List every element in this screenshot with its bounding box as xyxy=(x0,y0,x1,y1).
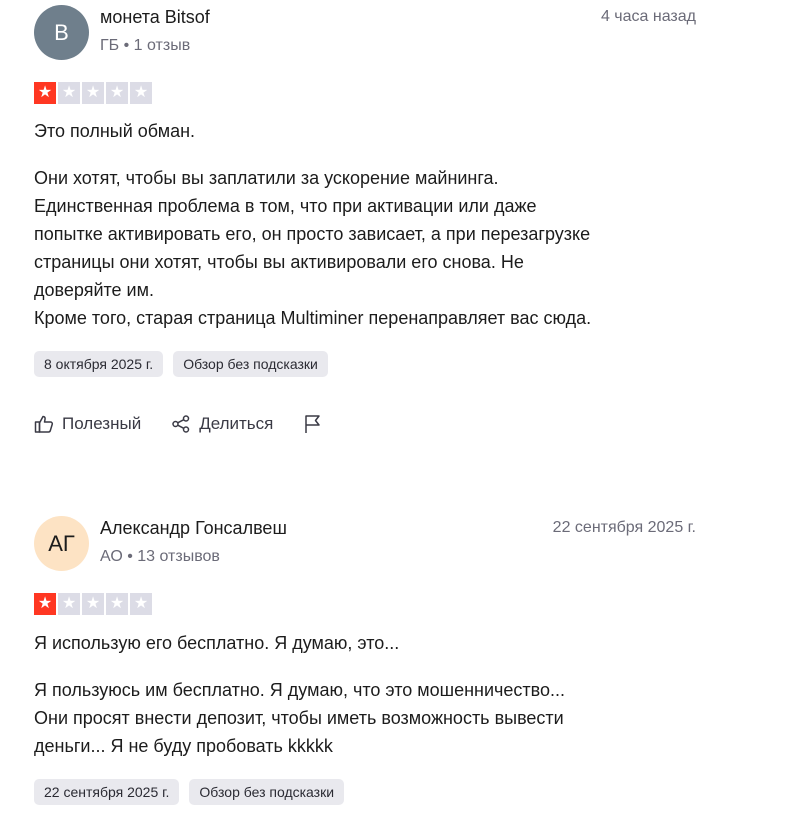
review-body-line: деньги... Я не буду пробовать kkkkk xyxy=(34,736,333,756)
experience-date-badge: 22 сентября 2025 г. xyxy=(34,779,180,805)
star-icon: ★ xyxy=(58,82,80,104)
avatar-initials: АГ xyxy=(48,530,75,556)
review-body-line: попытке активировать его, он просто зави… xyxy=(34,224,591,244)
experience-date-badge: 8 октября 2025 г. xyxy=(34,351,164,377)
reviewer-meta: ГБ • 1 отзыв xyxy=(100,37,191,54)
review-title[interactable]: Это полный обман. xyxy=(34,121,195,142)
review-body: Они хотят, чтобы вы заплатили за ускорен… xyxy=(34,164,734,332)
review-body-line: Они просят внести депозит, чтобы иметь в… xyxy=(34,708,564,728)
share-icon xyxy=(171,414,191,434)
review-title[interactable]: Я использую его бесплатно. Я думаю, это.… xyxy=(34,633,399,654)
flag-icon xyxy=(303,414,323,434)
unprompted-review-badge[interactable]: Обзор без подсказки xyxy=(173,351,328,377)
review-body-line: страницы они хотят, чтобы вы активировал… xyxy=(34,252,524,272)
useful-button[interactable]: Полезный xyxy=(34,414,141,434)
thumbs-up-icon xyxy=(34,414,54,434)
review-body-line: доверяйте им. xyxy=(34,280,154,300)
reviewer-name[interactable]: Александр Гонсалвеш xyxy=(100,518,287,539)
review-body-line: Они хотят, чтобы вы заплатили за ускорен… xyxy=(34,168,499,188)
star-rating: ★ ★ ★ ★ ★ xyxy=(34,82,152,104)
avatar-initials: B xyxy=(54,19,69,45)
unprompted-review-badge[interactable]: Обзор без подсказки xyxy=(189,779,345,805)
report-button[interactable] xyxy=(303,414,323,434)
star-icon: ★ xyxy=(106,82,128,104)
review-body-line: Единственная проблема в том, что при акт… xyxy=(34,196,537,216)
review-posted-date: 22 сентября 2025 г. xyxy=(552,519,696,536)
review-body: Я пользуюсь им бесплатно. Я думаю, что э… xyxy=(34,676,734,760)
review-tags: 22 сентября 2025 г. Обзор без подсказки xyxy=(34,779,345,805)
review-body-line: Я пользуюсь им бесплатно. Я думаю, что э… xyxy=(34,680,566,700)
star-icon: ★ xyxy=(58,593,80,615)
star-icon: ★ xyxy=(34,82,56,104)
review-actions: Полезный Делиться xyxy=(34,414,323,434)
star-icon: ★ xyxy=(130,82,152,104)
reviewer-name[interactable]: монета Bitsof xyxy=(100,7,210,28)
share-label: Делиться xyxy=(199,414,274,433)
star-icon: ★ xyxy=(82,593,104,615)
review-body-line: Кроме того, старая страница Multiminer п… xyxy=(34,308,592,328)
avatar[interactable]: B xyxy=(34,5,89,60)
star-icon: ★ xyxy=(106,593,128,615)
review-posted-date: 4 часа назад xyxy=(600,8,696,25)
avatar[interactable]: АГ xyxy=(34,516,89,571)
star-icon: ★ xyxy=(82,82,104,104)
star-rating: ★ ★ ★ ★ ★ xyxy=(34,593,152,615)
share-button[interactable]: Делиться xyxy=(171,414,273,434)
star-icon: ★ xyxy=(130,593,152,615)
review-tags: 8 октября 2025 г. Обзор без подсказки xyxy=(34,351,328,377)
reviewer-meta: АО • 13 отзывов xyxy=(100,548,220,565)
star-icon: ★ xyxy=(34,593,56,615)
useful-label: Полезный xyxy=(62,414,142,433)
